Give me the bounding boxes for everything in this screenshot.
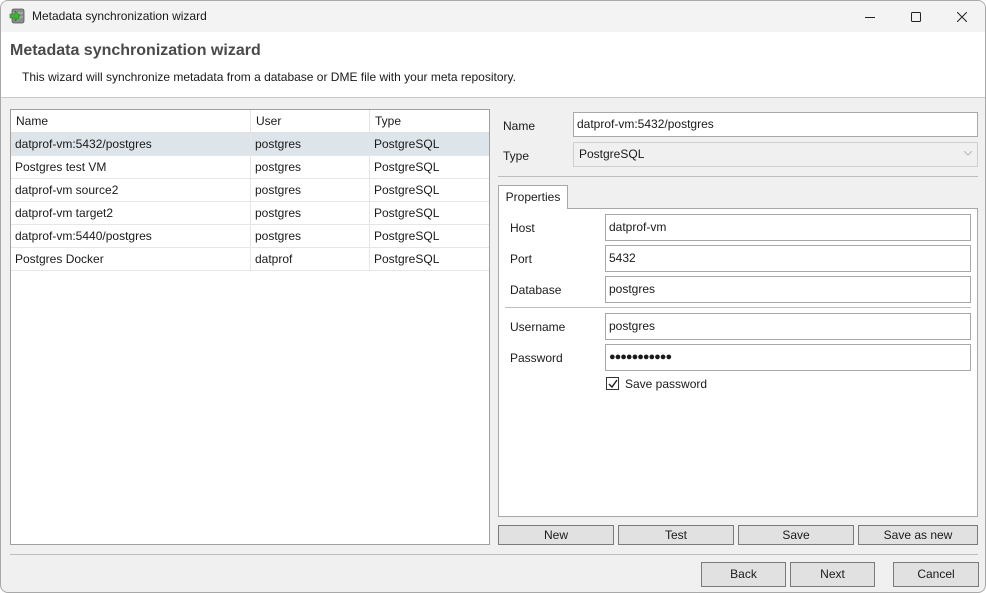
database-input[interactable]: postgres (605, 276, 971, 303)
cell-type: PostgreSQL (374, 183, 440, 197)
cell-type: PostgreSQL (374, 229, 440, 243)
cell-name: Postgres Docker (11, 248, 251, 270)
column-header-user[interactable]: User (251, 110, 370, 133)
back-button[interactable]: Back (701, 562, 786, 587)
table-row[interactable]: Postgres Docker datprof PostgreSQL (11, 248, 489, 271)
table-row[interactable]: datprof-vm:5432/postgres postgres PostgreS… (11, 133, 489, 156)
cell-user: postgres (251, 133, 370, 155)
tab-properties[interactable]: Properties (498, 185, 568, 209)
wizard-header: Metadata synchronization wizard This wiz… (1, 32, 985, 98)
cell-type: PostgreSQL (374, 252, 440, 266)
port-label: Port (510, 252, 533, 266)
save-as-new-button[interactable]: Save as new (858, 525, 978, 545)
cell-type: PostgreSQL (374, 160, 440, 174)
host-label: Host (510, 221, 535, 235)
table-header: Name User Type (11, 110, 489, 133)
table-body: datprof-vm:5432/postgres postgres PostgreS… (11, 133, 489, 271)
type-select-value: PostgreSQL (579, 147, 645, 161)
save-password-checkbox[interactable] (606, 377, 619, 390)
cell-user: postgres (251, 202, 370, 224)
cell-user: postgres (251, 179, 370, 201)
name-label: Name (503, 119, 536, 133)
title-bar: Metadata synchronization wizard (1, 1, 985, 32)
column-header-type[interactable]: Type (370, 110, 489, 133)
connections-table[interactable]: Name User Type datprof-vm:5432/postgres p… (10, 109, 490, 545)
footer-divider (10, 554, 978, 555)
close-icon (957, 11, 967, 22)
cell-name: Postgres test VM (11, 156, 251, 178)
form-divider (498, 176, 978, 177)
name-input[interactable]: datprof-vm:5432/postgres (573, 112, 978, 137)
cell-user: postgres (251, 156, 370, 178)
port-input[interactable]: 5432 (605, 245, 971, 272)
table-row[interactable]: datprof-vm source2 postgres PostgreSQL (11, 179, 489, 202)
column-header-name[interactable]: Name (11, 110, 251, 133)
window-title: Metadata synchronization wizard (32, 9, 207, 23)
new-button[interactable]: New (498, 525, 614, 545)
save-button[interactable]: Save (738, 525, 854, 545)
cell-type: PostgreSQL (374, 206, 440, 220)
username-label: Username (510, 320, 566, 334)
page-title: Metadata synchronization wizard (10, 42, 261, 59)
minimize-button[interactable] (847, 1, 893, 32)
save-password-label[interactable]: Save password (625, 377, 707, 391)
chevron-down-icon (964, 151, 972, 156)
cell-type: PostgreSQL (374, 137, 440, 151)
maximize-button[interactable] (893, 1, 939, 32)
database-sync-icon (9, 8, 25, 24)
next-button[interactable]: Next (790, 562, 875, 587)
cell-name: datprof-vm:5432/postgres (11, 133, 251, 155)
host-input[interactable]: datprof-vm (605, 214, 971, 241)
cell-user: datprof (251, 248, 370, 270)
test-button[interactable]: Test (618, 525, 734, 545)
password-label: Password (510, 351, 563, 365)
type-label: Type (503, 149, 530, 163)
table-row[interactable]: datprof-vm:5440/postgres postgres PostgreS… (11, 225, 489, 248)
cell-name: datprof-vm source2 (11, 179, 251, 201)
cell-name: datprof-vm:5440/postgres (11, 225, 251, 247)
table-row[interactable]: Postgres test VM postgres PostgreSQL (11, 156, 489, 179)
close-button[interactable] (939, 1, 985, 32)
table-row[interactable]: datprof-vm target2 postgres PostgreSQL (11, 202, 489, 225)
wizard-window: Metadata synchronization wizard Metadata… (0, 0, 986, 593)
checkmark-icon (608, 379, 618, 389)
username-input[interactable]: postgres (605, 313, 971, 340)
minimize-icon (865, 16, 875, 18)
type-select[interactable]: PostgreSQL (573, 142, 978, 167)
cancel-button[interactable]: Cancel (893, 562, 979, 587)
maximize-icon (911, 11, 921, 22)
credentials-divider (505, 307, 971, 308)
cell-name: datprof-vm target2 (11, 202, 251, 224)
password-input[interactable]: ●●●●●●●●●●● (605, 344, 971, 371)
database-label: Database (510, 283, 562, 297)
cell-user: postgres (251, 225, 370, 247)
page-description: This wizard will synchronize metadata fr… (22, 70, 516, 84)
